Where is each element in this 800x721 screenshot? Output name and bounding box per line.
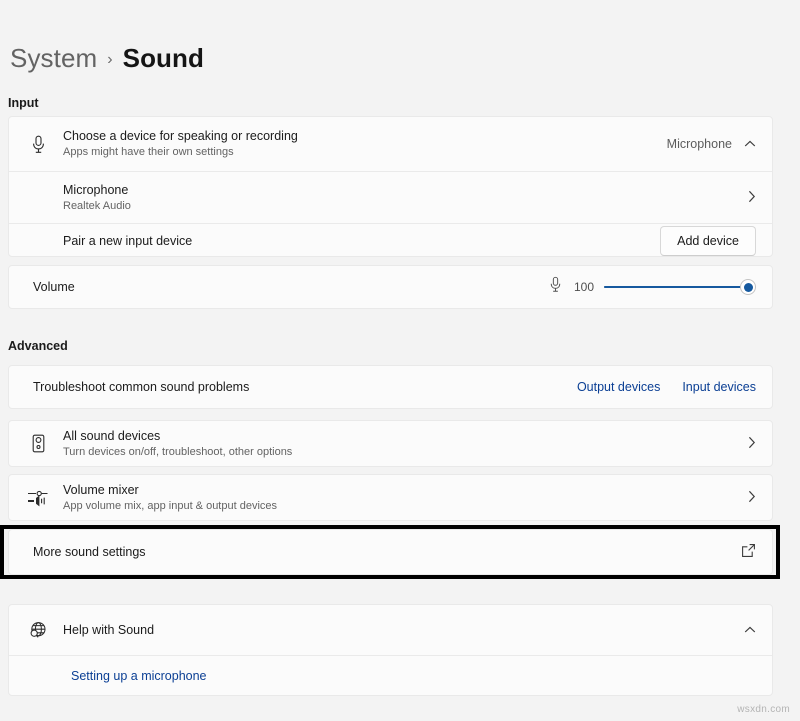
breadcrumb-parent-system[interactable]: System	[10, 43, 97, 74]
help-with-sound-card: Help with Sound Setting up a microphone	[8, 604, 773, 696]
slider-thumb[interactable]	[740, 279, 756, 295]
help-link-texts: Setting up a microphone	[53, 669, 756, 683]
input-volume-control[interactable]: 100	[549, 276, 756, 298]
all-sound-devices-texts: All sound devices Turn devices on/off, t…	[53, 428, 748, 460]
input-device-texts: Microphone Realtek Audio	[53, 182, 748, 214]
troubleshoot-title: Troubleshoot common sound problems	[33, 379, 577, 395]
troubleshoot-card: Troubleshoot common sound problems Outpu…	[8, 365, 773, 409]
all-sound-devices-right[interactable]	[748, 436, 756, 451]
help-link-setting-up-a-microphone[interactable]: Setting up a microphone	[71, 669, 756, 683]
help-with-sound-texts: Help with Sound	[53, 622, 744, 638]
external-link-icon[interactable]	[741, 543, 756, 561]
volume-mixer-right[interactable]	[748, 490, 756, 505]
all-sound-devices-title: All sound devices	[63, 428, 748, 444]
breadcrumb: System › Sound	[0, 0, 800, 76]
input-device-microphone-row[interactable]: Microphone Realtek Audio	[9, 171, 772, 223]
volume-mixer-row[interactable]: Volume mixer App volume mix, app input &…	[9, 475, 772, 520]
input-volume-card: Volume 100	[8, 265, 773, 309]
help-link-row: Setting up a microphone	[9, 655, 772, 696]
page-title: Sound	[123, 43, 204, 74]
more-sound-settings-right[interactable]	[741, 543, 756, 561]
input-devices-card: Choose a device for speaking or recordin…	[8, 116, 773, 257]
volume-mixer-icon	[23, 488, 53, 507]
troubleshoot-links: Output devices Input devices	[577, 380, 756, 394]
globe-search-icon	[23, 621, 53, 639]
input-device-right[interactable]	[748, 190, 756, 205]
troubleshoot-input-devices-link[interactable]: Input devices	[682, 380, 756, 394]
input-volume-texts: Volume	[23, 279, 549, 295]
choose-input-device-value-group[interactable]: Microphone	[667, 137, 756, 151]
volume-mixer-texts: Volume mixer App volume mix, app input &…	[53, 482, 748, 514]
choose-input-device-row[interactable]: Choose a device for speaking or recordin…	[9, 117, 772, 171]
volume-mixer-title: Volume mixer	[63, 482, 748, 498]
all-sound-devices-subtitle: Turn devices on/off, troubleshoot, other…	[63, 445, 748, 460]
section-label-advanced: Advanced	[8, 339, 68, 353]
pair-new-input-device-right: Add device	[660, 226, 756, 256]
choose-input-device-title: Choose a device for speaking or recordin…	[63, 128, 667, 144]
input-device-driver: Realtek Audio	[63, 199, 748, 214]
more-sound-settings-title: More sound settings	[33, 544, 741, 560]
input-volume-label: Volume	[33, 279, 549, 295]
watermark: wsxdn.com	[737, 704, 790, 715]
troubleshoot-output-devices-link[interactable]: Output devices	[577, 380, 660, 394]
chevron-up-icon[interactable]	[744, 138, 756, 150]
section-label-input: Input	[8, 96, 39, 110]
add-device-button[interactable]: Add device	[660, 226, 756, 256]
pair-new-input-device-texts: Pair a new input device	[53, 233, 660, 249]
volume-mixer-card[interactable]: Volume mixer App volume mix, app input &…	[8, 474, 773, 521]
speaker-box-icon	[23, 434, 53, 453]
more-sound-settings-row[interactable]: More sound settings	[9, 530, 772, 574]
input-device-name: Microphone	[63, 182, 748, 198]
troubleshoot-texts: Troubleshoot common sound problems	[23, 379, 577, 395]
help-with-sound-right[interactable]	[744, 624, 756, 636]
microphone-volume-icon	[549, 276, 562, 298]
breadcrumb-separator-icon: ›	[107, 47, 112, 69]
all-sound-devices-row[interactable]: All sound devices Turn devices on/off, t…	[9, 421, 772, 466]
selected-input-device-value: Microphone	[667, 137, 732, 151]
troubleshoot-row: Troubleshoot common sound problems Outpu…	[9, 366, 772, 408]
chevron-right-icon[interactable]	[748, 490, 756, 505]
slider-fill	[604, 286, 748, 289]
choose-input-device-texts: Choose a device for speaking or recordin…	[53, 128, 667, 160]
chevron-up-icon[interactable]	[744, 624, 756, 636]
more-sound-settings-texts: More sound settings	[23, 544, 741, 560]
chevron-right-icon[interactable]	[748, 436, 756, 451]
microphone-icon	[23, 135, 53, 154]
input-volume-value: 100	[572, 280, 594, 294]
help-with-sound-header-row[interactable]: Help with Sound	[9, 605, 772, 655]
all-sound-devices-card[interactable]: All sound devices Turn devices on/off, t…	[8, 420, 773, 467]
help-with-sound-title: Help with Sound	[63, 622, 744, 638]
chevron-right-icon[interactable]	[748, 190, 756, 205]
choose-input-device-subtitle: Apps might have their own settings	[63, 145, 667, 160]
more-sound-settings-card[interactable]: More sound settings	[8, 529, 773, 575]
pair-new-input-device-title: Pair a new input device	[63, 233, 660, 249]
pair-new-input-device-row: Pair a new input device Add device	[9, 223, 772, 257]
input-volume-slider[interactable]	[604, 278, 756, 296]
input-volume-row: Volume 100	[9, 266, 772, 308]
volume-mixer-subtitle: App volume mix, app input & output devic…	[63, 499, 748, 514]
